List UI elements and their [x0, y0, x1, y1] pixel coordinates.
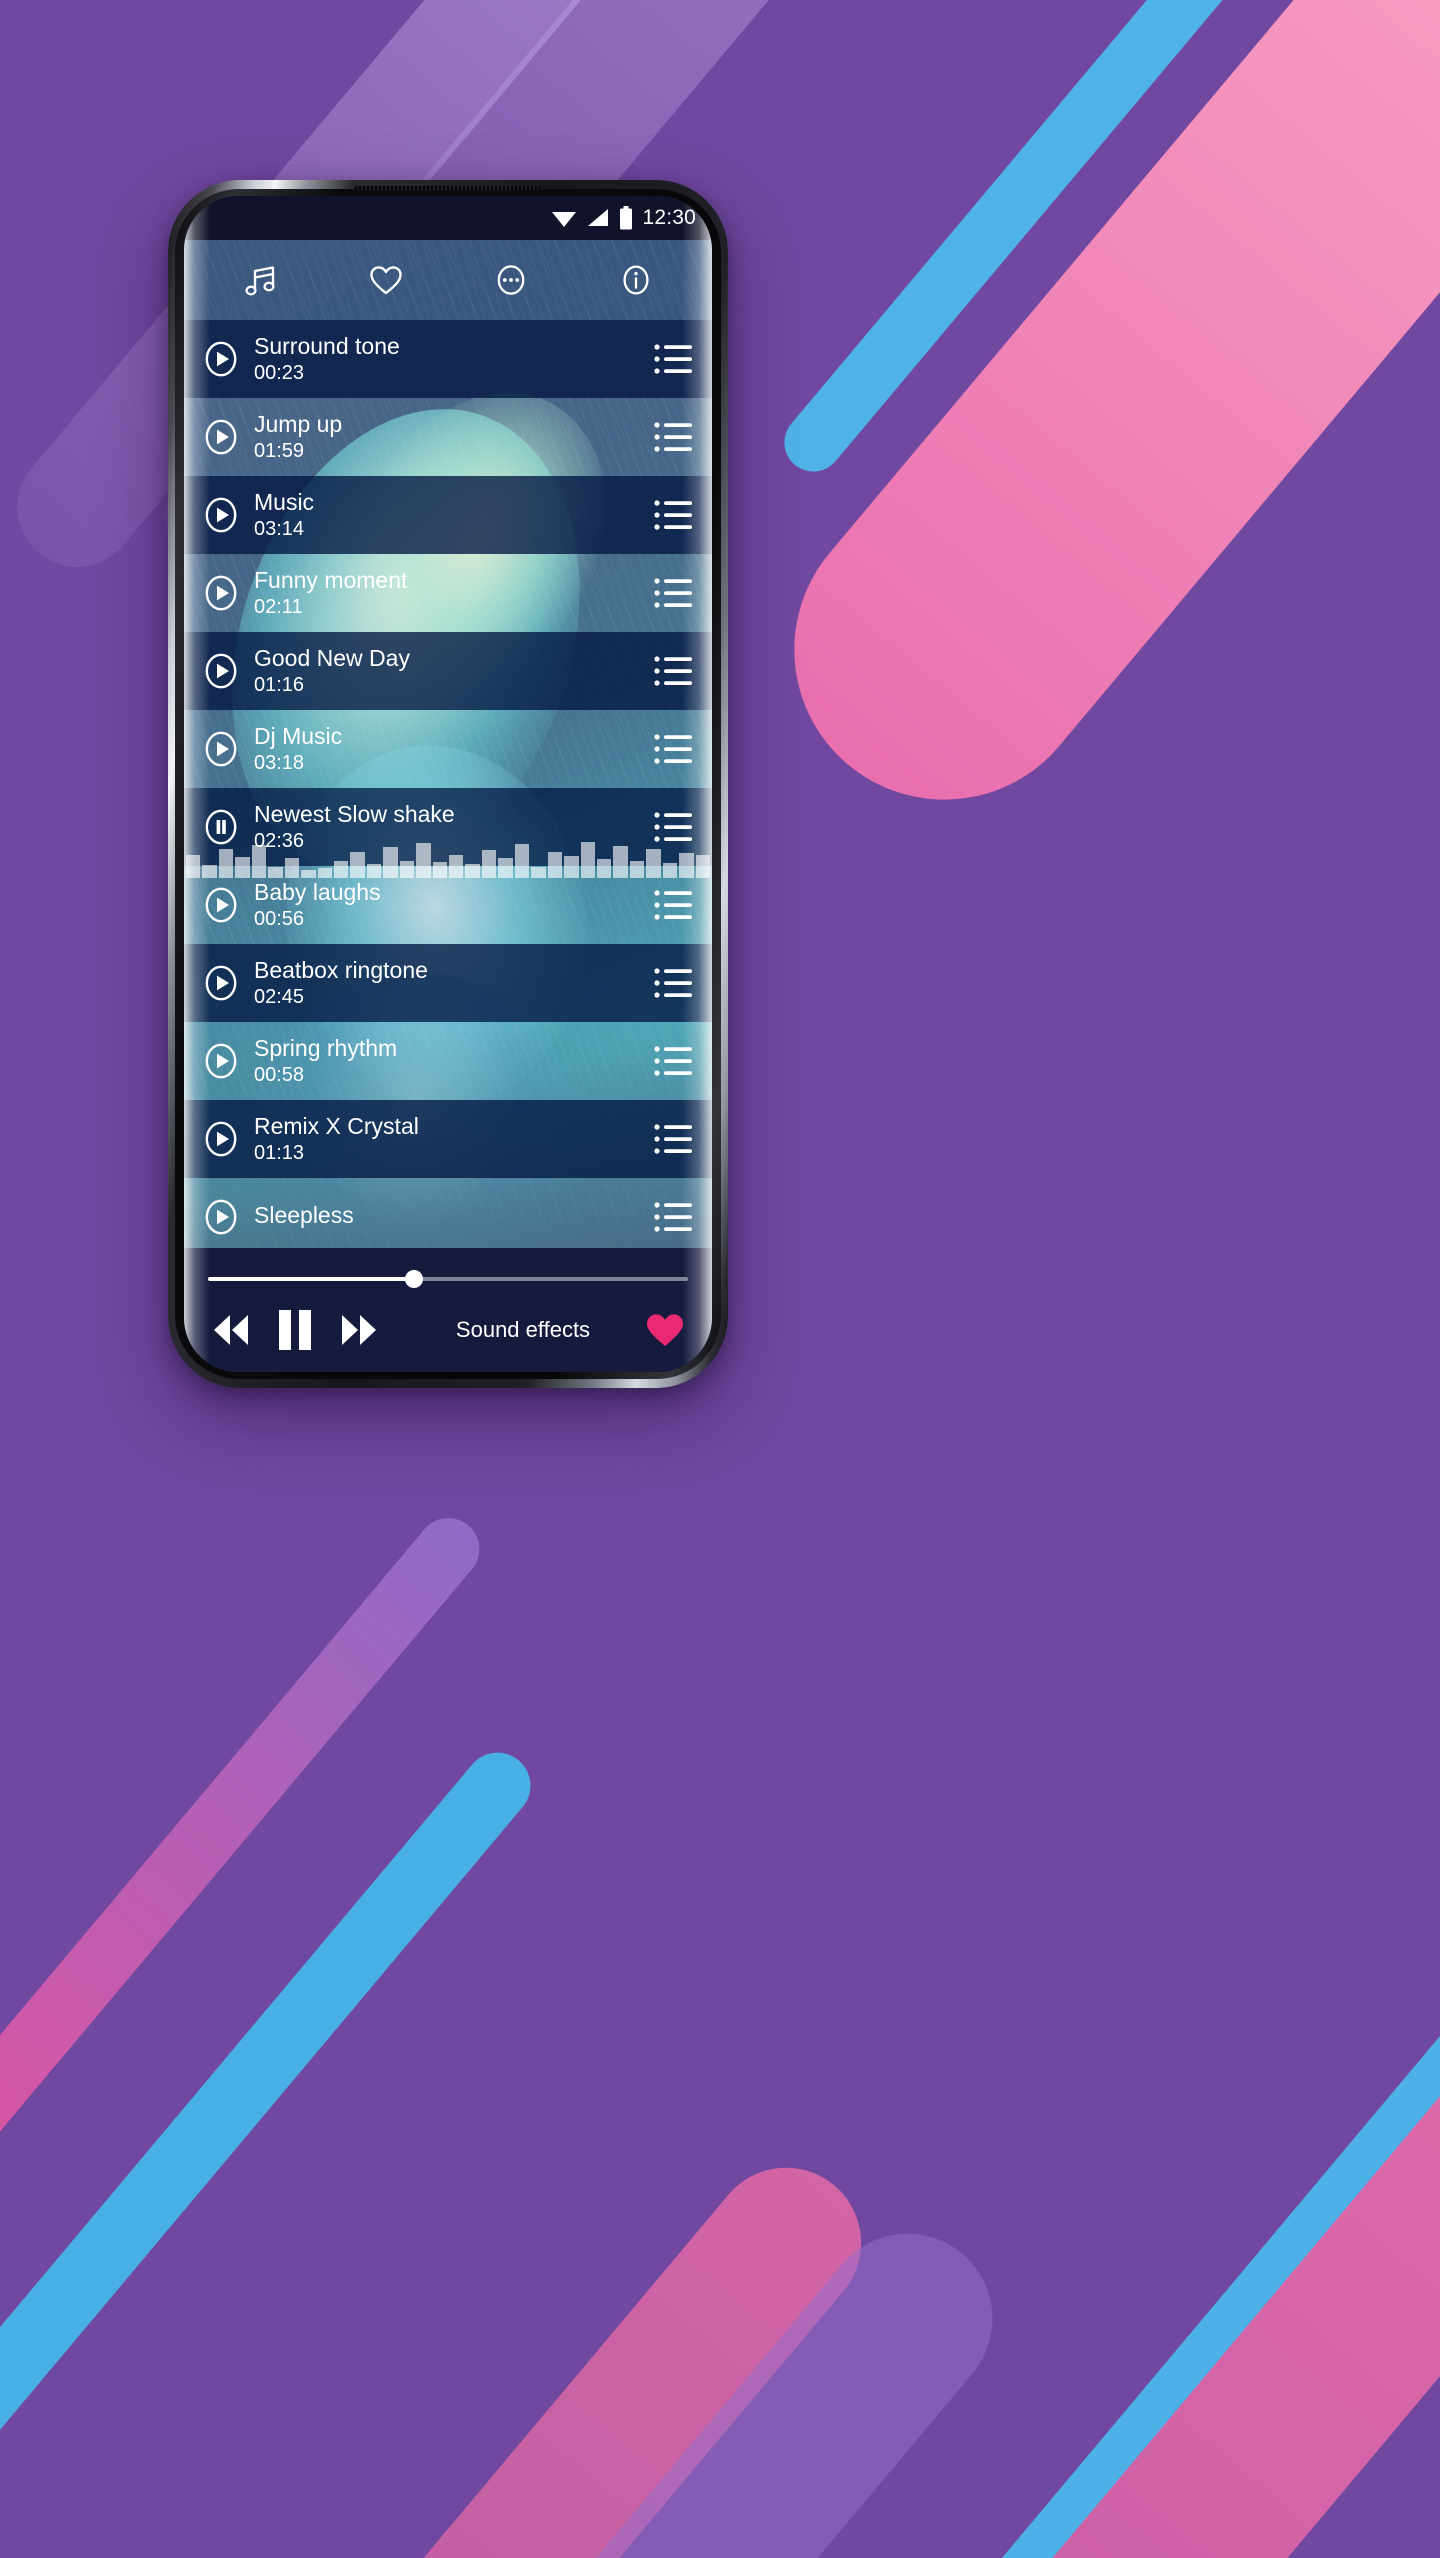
track-title: Beatbox ringtone: [254, 957, 428, 983]
track-title: Jump up: [254, 411, 343, 437]
play-icon[interactable]: [200, 962, 242, 1004]
track-meta: Beatbox ringtone 02:45: [254, 958, 654, 1008]
track-menu-icon[interactable]: [654, 654, 694, 688]
track-menu-icon[interactable]: [654, 342, 694, 376]
status-clock: 12:30: [642, 206, 696, 229]
more-options-icon[interactable]: [484, 253, 538, 307]
track-row[interactable]: Surround tone 00:23: [184, 320, 712, 398]
track-duration: 02:36: [254, 829, 305, 852]
rewind-button[interactable]: [208, 1310, 254, 1350]
wifi-icon: [551, 208, 577, 228]
pause-icon[interactable]: [200, 806, 242, 848]
track-title: Surround tone: [254, 333, 400, 359]
track-row[interactable]: Remix X Crystal 01:13: [184, 1100, 712, 1178]
track-menu-icon[interactable]: [654, 420, 694, 454]
phone-screen: 12:30 Surround tone 00:23 Jump up 01:59 …: [184, 196, 712, 1372]
app-toolbar: [184, 240, 712, 320]
track-duration: 02:11: [254, 595, 303, 618]
track-duration: 00:58: [254, 1063, 305, 1086]
track-duration: 01:13: [254, 1141, 305, 1164]
track-row[interactable]: Baby laughs 00:56: [184, 866, 712, 944]
track-duration: 00:56: [254, 907, 305, 930]
track-meta: Newest Slow shake 02:36: [254, 802, 654, 852]
track-row[interactable]: Music 03:14: [184, 476, 712, 554]
track-menu-icon[interactable]: [654, 732, 694, 766]
track-row[interactable]: Jump up 01:59: [184, 398, 712, 476]
track-title: Sleepless: [254, 1203, 354, 1229]
track-menu-icon[interactable]: [654, 1044, 694, 1078]
track-duration: 03:18: [254, 751, 305, 774]
track-duration: 03:14: [254, 517, 305, 540]
track-meta: Spring rhythm 00:58: [254, 1036, 654, 1086]
track-duration: 01:16: [254, 673, 305, 696]
track-menu-icon[interactable]: [654, 1200, 694, 1234]
play-icon[interactable]: [200, 1196, 242, 1238]
track-row[interactable]: Newest Slow shake 02:36: [184, 788, 712, 866]
track-row[interactable]: Spring rhythm 00:58: [184, 1022, 712, 1100]
track-menu-icon[interactable]: [654, 810, 694, 844]
track-row[interactable]: Dj Music 03:18: [184, 710, 712, 788]
track-title: Baby laughs: [254, 879, 381, 905]
battery-icon: [619, 206, 633, 230]
play-icon[interactable]: [200, 494, 242, 536]
seek-fill: [208, 1277, 415, 1281]
track-duration: 00:23: [254, 361, 305, 384]
track-title: Newest Slow shake: [254, 801, 455, 827]
track-title: Funny moment: [254, 567, 408, 593]
heart-filled-icon[interactable]: [642, 1307, 688, 1353]
track-row[interactable]: Sleepless: [184, 1178, 712, 1248]
track-menu-icon[interactable]: [654, 1122, 694, 1156]
earpiece-speaker: [353, 186, 543, 191]
heart-outline-icon[interactable]: [359, 253, 413, 307]
track-meta: Baby laughs 00:56: [254, 880, 654, 930]
track-meta: Remix X Crystal 01:13: [254, 1114, 654, 1164]
sound-effects-label[interactable]: Sound effects: [404, 1317, 642, 1343]
track-row[interactable]: Beatbox ringtone 02:45: [184, 944, 712, 1022]
status-bar: 12:30: [184, 196, 712, 240]
track-meta: Good New Day 01:16: [254, 646, 654, 696]
forward-button[interactable]: [336, 1310, 382, 1350]
seek-bar[interactable]: [208, 1270, 688, 1288]
track-title: Remix X Crystal: [254, 1113, 419, 1139]
track-duration: 01:59: [254, 439, 305, 462]
track-list[interactable]: Surround tone 00:23 Jump up 01:59 Music 03:14…: [184, 320, 712, 1248]
track-meta: Music 03:14: [254, 490, 654, 540]
track-menu-icon[interactable]: [654, 966, 694, 1000]
track-meta: Dj Music 03:18: [254, 724, 654, 774]
play-icon[interactable]: [200, 338, 242, 380]
track-menu-icon[interactable]: [654, 498, 694, 532]
play-icon[interactable]: [200, 1040, 242, 1082]
pause-button[interactable]: [276, 1308, 314, 1352]
track-row[interactable]: Good New Day 01:16: [184, 632, 712, 710]
play-icon[interactable]: [200, 728, 242, 770]
background-stripe-blue-bottom: [0, 1739, 544, 2558]
track-meta: Jump up 01:59: [254, 412, 654, 462]
play-icon[interactable]: [200, 416, 242, 458]
play-icon[interactable]: [200, 650, 242, 692]
track-title: Music: [254, 489, 315, 515]
track-duration: 02:45: [254, 985, 305, 1008]
music-note-icon[interactable]: [234, 253, 288, 307]
track-meta: Surround tone 00:23: [254, 334, 654, 384]
signal-icon: [586, 208, 610, 228]
track-menu-icon[interactable]: [654, 576, 694, 610]
track-row[interactable]: Funny moment 02:11: [184, 554, 712, 632]
track-title: Spring rhythm: [254, 1035, 398, 1061]
track-menu-icon[interactable]: [654, 888, 694, 922]
play-icon[interactable]: [200, 572, 242, 614]
player-bar: Sound effects: [184, 1248, 712, 1372]
play-icon[interactable]: [200, 1118, 242, 1160]
transport-controls: Sound effects: [184, 1288, 712, 1372]
track-title: Good New Day: [254, 645, 410, 671]
play-icon[interactable]: [200, 884, 242, 926]
seek-thumb[interactable]: [405, 1270, 424, 1288]
track-meta: Sleepless: [254, 1203, 654, 1231]
track-meta: Funny moment 02:11: [254, 568, 654, 618]
phone-device: 12:30 Surround tone 00:23 Jump up 01:59 …: [168, 180, 728, 1388]
info-icon[interactable]: [609, 253, 663, 307]
track-title: Dj Music: [254, 723, 343, 749]
